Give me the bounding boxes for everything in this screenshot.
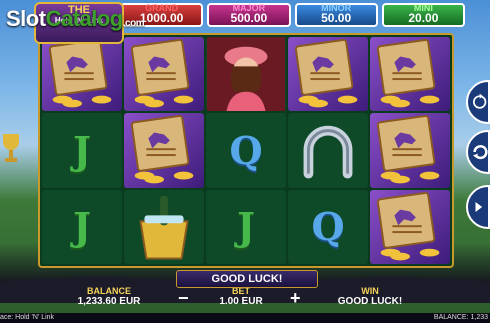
reel-cell: J (42, 113, 122, 188)
bonus-horse-card-icon (124, 113, 204, 187)
reel-cell (370, 189, 450, 264)
reel-cell: Q (288, 189, 368, 264)
jackpot-mini: MINI 20.00 (381, 3, 465, 27)
reel-cell (370, 37, 450, 112)
symbol-q: Q (311, 204, 345, 250)
footer-strip: ace: Hold 'N' Link BALANCE: 1,233 (0, 313, 490, 323)
symbol-j: J (73, 204, 91, 250)
reel-cell (288, 37, 368, 112)
symbol-q: Q (229, 127, 263, 173)
champagne-bucket-icon (124, 190, 204, 264)
bonus-horse-card-icon (370, 113, 450, 187)
turbo-button[interactable] (466, 185, 490, 229)
bonus-horse-card-icon (124, 37, 204, 111)
balance-display: BALANCE 1,233.60 EUR (77, 286, 141, 307)
jackpot-major: MAJOR 500.00 (207, 3, 291, 27)
bottom-bar: BALANCE 1,233.60 EUR BET 1.00 EUR WIN GOOD … (0, 286, 490, 312)
bonus-horse-card-icon (370, 37, 450, 111)
reel-grid: JQJJQ (38, 33, 454, 268)
bonus-horse-card-icon (370, 190, 450, 264)
reel-cell (288, 113, 368, 188)
footer-game-name: ace: Hold 'N' Link (0, 314, 55, 321)
status-message: GOOD LUCK! (176, 270, 318, 288)
autoplay-button[interactable] (466, 80, 490, 124)
reel-cell (206, 37, 286, 112)
reel-cell (124, 189, 204, 264)
lady-portrait-icon (206, 37, 286, 112)
jackpot-bar: GRAND 1000.00 MAJOR 500.00 MINOR 50.00 MINI… (120, 3, 465, 27)
bet-increase-button[interactable]: + (290, 288, 301, 309)
reel-cell: Q (206, 113, 286, 188)
reel-cell (124, 37, 204, 112)
bonus-horse-card-icon (288, 37, 368, 111)
reel-cell: J (42, 189, 122, 264)
symbol-j: J (237, 204, 255, 250)
reel-cell (370, 113, 450, 188)
bet-decrease-button[interactable]: − (178, 288, 189, 309)
reel-cell (124, 113, 204, 188)
horseshoe-icon (288, 113, 368, 187)
symbol-j: J (73, 127, 91, 173)
trophy-icon (0, 128, 22, 168)
footer-balance: BALANCE: 1,233 (433, 314, 488, 321)
jackpot-minor: MINOR 50.00 (294, 3, 378, 27)
watermark: SlotCatalog.com (6, 6, 145, 31)
spin-button[interactable] (466, 130, 490, 174)
reel-cell (42, 37, 122, 112)
bonus-horse-card-icon (42, 37, 122, 111)
bet-display: BET 1.00 EUR (219, 286, 263, 307)
win-display: WIN GOOD LUCK! (337, 286, 403, 307)
reel-cell: J (206, 189, 286, 264)
